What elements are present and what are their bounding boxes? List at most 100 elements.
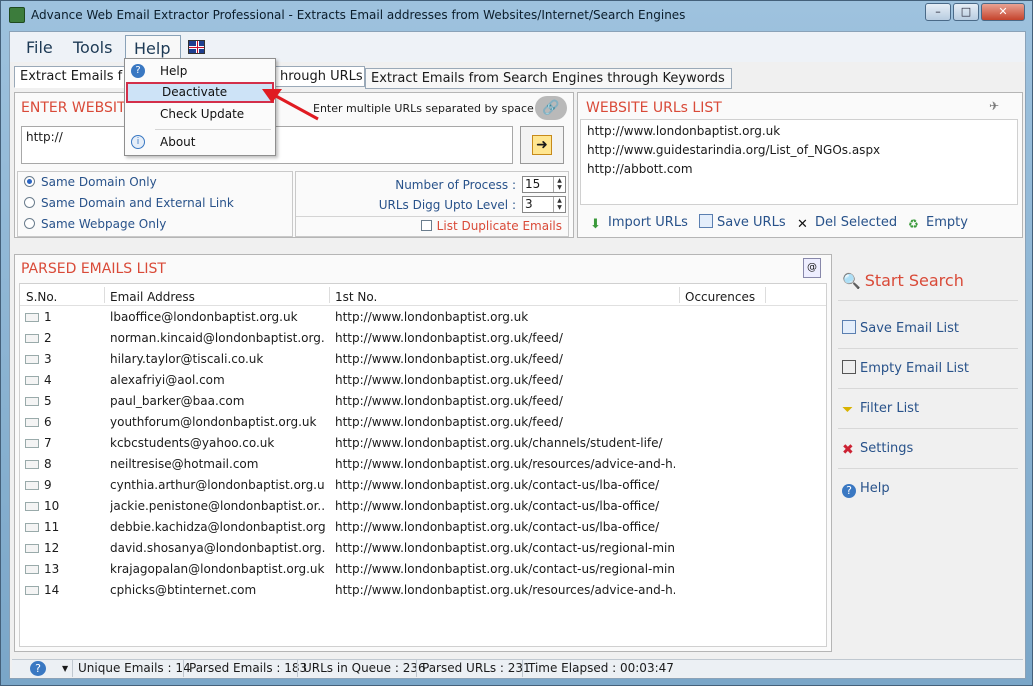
radio-dot xyxy=(24,218,35,229)
table-row[interactable]: 7 kcbcstudents@yahoo.co.uk http://www.lond… xyxy=(20,433,827,454)
envelope-icon xyxy=(25,481,39,490)
cell-email: youthforum@londonbaptist.org.uk xyxy=(110,415,317,429)
url-list[interactable]: http://www.londonbaptist.org.uk http://w… xyxy=(580,119,1018,205)
save-email-list-button[interactable]: Save Email List xyxy=(838,309,1018,349)
table-row[interactable]: 13 krajagopalan@londonbaptist.org.uk http:… xyxy=(20,559,827,580)
table-row[interactable]: 5 paul_barker@baa.com http://www.londonbap… xyxy=(20,391,827,412)
menu-item-deactivate[interactable]: Deactivate xyxy=(126,82,274,103)
search-icon: 🔍 xyxy=(842,272,861,290)
radio-same-webpage[interactable]: Same Webpage Only xyxy=(24,217,166,235)
help-dropdown-menu: ? Help Deactivate Check Update i About xyxy=(124,58,276,156)
cell-sno: 2 xyxy=(44,331,52,345)
menu-item-help[interactable]: Help xyxy=(126,61,274,82)
add-url-button[interactable]: ➜ xyxy=(520,126,564,164)
annotation-arrow-icon xyxy=(262,89,319,121)
radio-same-domain[interactable]: Same Domain Only xyxy=(24,175,157,193)
minimize-button[interactable]: – xyxy=(925,3,951,21)
number-of-process-label: Number of Process : xyxy=(395,178,516,192)
list-duplicate-checkbox[interactable]: List Duplicate Emails xyxy=(420,219,562,233)
table-row[interactable]: 12 david.shosanya@londonbaptist.org.... ht… xyxy=(20,538,827,559)
table-row[interactable]: 14 cphicks@btinternet.com http://www.londo… xyxy=(20,580,827,601)
chevron-down-icon[interactable]: ▼ xyxy=(62,660,68,677)
table-row[interactable]: 1 lbaoffice@londonbaptist.org.uk http://ww… xyxy=(20,307,827,328)
title-bar: Advance Web Email Extractor Professional… xyxy=(1,1,1032,31)
import-urls-button[interactable]: ⬇ Import URLs xyxy=(590,213,688,233)
table-row[interactable]: 2 norman.kincaid@londonbaptist.org.... htt… xyxy=(20,328,827,349)
del-selected-button[interactable]: ✕ Del Selected xyxy=(797,213,897,233)
menu-separator xyxy=(155,129,271,130)
cell-sno: 11 xyxy=(44,520,60,534)
import-icon: ⬇ xyxy=(590,217,601,232)
cell-first-no: http://www.londonbaptist.org.uk/contact-… xyxy=(335,478,660,492)
close-button[interactable]: ✕ xyxy=(981,3,1025,21)
cell-email: jackie.penistone@londonbaptist.or.... xyxy=(110,499,325,513)
emails-table: S.No. Email Address 1st No. Occurences 1… xyxy=(19,283,827,647)
cell-sno: 1 xyxy=(44,310,52,324)
cell-email: krajagopalan@londonbaptist.org.uk xyxy=(110,562,325,576)
cell-sno: 9 xyxy=(44,478,52,492)
table-row[interactable]: 9 cynthia.arthur@londonbaptist.org.uk http… xyxy=(20,475,827,496)
col-first-no[interactable]: 1st No. xyxy=(335,290,377,304)
table-row[interactable]: 4 alexafriyi@aol.com http://www.londonbapt… xyxy=(20,370,827,391)
cell-sno: 4 xyxy=(44,373,52,387)
cell-first-no: http://www.londonbaptist.org.uk/channels… xyxy=(335,436,663,450)
cell-first-no: http://www.londonbaptist.org.uk/feed/ xyxy=(335,331,563,345)
empty-email-list-button[interactable]: Empty Email List xyxy=(838,349,1018,389)
save-urls-button[interactable]: Save URLs xyxy=(699,213,786,233)
empty-urls-button[interactable]: ♻ Empty xyxy=(908,213,968,233)
table-row[interactable]: 10 jackie.penistone@londonbaptist.or.... h… xyxy=(20,496,827,517)
link-icon[interactable]: 🔗 xyxy=(535,96,567,120)
help-icon[interactable]: ? xyxy=(30,661,46,676)
list-item[interactable]: http://www.guidestarindia.org/List_of_NG… xyxy=(587,143,880,157)
col-email[interactable]: Email Address xyxy=(110,290,195,304)
stepper-arrows-icon[interactable]: ▲ ▼ xyxy=(553,177,565,192)
website-urls-panel: WEBSITE URLs LIST ✈ http://www.londonbap… xyxy=(577,92,1023,238)
email-export-icon[interactable]: @ xyxy=(803,258,821,278)
radio-dot xyxy=(24,176,35,187)
stepper-arrows-icon[interactable]: ▲ ▼ xyxy=(553,197,565,212)
website-urls-title: WEBSITE URLs LIST xyxy=(586,100,722,116)
url-input-value: http:// xyxy=(26,130,63,144)
cell-first-no: http://www.londonbaptist.org.uk/resource… xyxy=(335,457,675,471)
table-row[interactable]: 8 neiltresise@hotmail.com http://www.londo… xyxy=(20,454,827,475)
list-item[interactable]: http://www.londonbaptist.org.uk xyxy=(587,124,780,138)
tab-search-engines[interactable]: Extract Emails from Search Engines throu… xyxy=(365,68,732,89)
status-time-elapsed: Time Elapsed : 00:03:47 xyxy=(522,660,674,677)
cell-sno: 13 xyxy=(44,562,60,576)
list-item[interactable]: http://abbott.com xyxy=(587,162,693,176)
cell-email: debbie.kachidza@londonbaptist.org.... xyxy=(110,520,325,534)
number-of-process-stepper[interactable]: 15 ▲ ▼ xyxy=(522,176,566,193)
cell-email: neiltresise@hotmail.com xyxy=(110,457,259,471)
menu-tools[interactable]: Tools xyxy=(65,35,120,61)
menu-item-about[interactable]: About xyxy=(126,132,274,153)
maximize-button[interactable]: □ xyxy=(953,3,979,21)
save-icon xyxy=(699,214,713,228)
menu-item-check-update[interactable]: Check Update xyxy=(126,104,274,125)
envelope-icon xyxy=(25,544,39,553)
tab-extract-urls[interactable]: Extract Emails f xyxy=(14,66,140,88)
radio-dot xyxy=(24,197,35,208)
envelope-icon xyxy=(25,523,39,532)
envelope-icon xyxy=(25,334,39,343)
settings-button[interactable]: ✖ Settings xyxy=(838,429,1018,469)
menu-file[interactable]: File xyxy=(18,35,61,61)
col-occurences[interactable]: Occurences xyxy=(685,290,755,304)
arrow-right-icon: ➜ xyxy=(532,135,552,155)
table-row[interactable]: 11 debbie.kachidza@londonbaptist.org.... h… xyxy=(20,517,827,538)
status-unique-emails: Unique Emails : 14 xyxy=(72,660,191,677)
uk-flag-icon[interactable] xyxy=(188,40,205,54)
start-search-button[interactable]: 🔍 Start Search xyxy=(838,261,1018,301)
enter-website-title: ENTER WEBSIT xyxy=(21,100,126,116)
filter-list-button[interactable]: ⏷ Filter List xyxy=(838,389,1018,429)
table-row[interactable]: 3 hilary.taylor@tiscali.co.uk http://www.l… xyxy=(20,349,827,370)
envelope-icon xyxy=(25,376,39,385)
digg-level-stepper[interactable]: 3 ▲ ▼ xyxy=(522,196,566,213)
col-sno[interactable]: S.No. xyxy=(26,290,57,304)
cell-email: kcbcstudents@yahoo.co.uk xyxy=(110,436,275,450)
radio-same-domain-external[interactable]: Same Domain and External Link xyxy=(24,196,234,214)
cell-first-no: http://www.londonbaptist.org.uk/resource… xyxy=(335,583,675,597)
parsed-emails-title: PARSED EMAILS LIST xyxy=(21,261,166,277)
cell-first-no: http://www.londonbaptist.org.uk/feed/ xyxy=(335,415,563,429)
help-button[interactable]: ? Help xyxy=(838,469,1018,509)
table-row[interactable]: 6 youthforum@londonbaptist.org.uk http://w… xyxy=(20,412,827,433)
